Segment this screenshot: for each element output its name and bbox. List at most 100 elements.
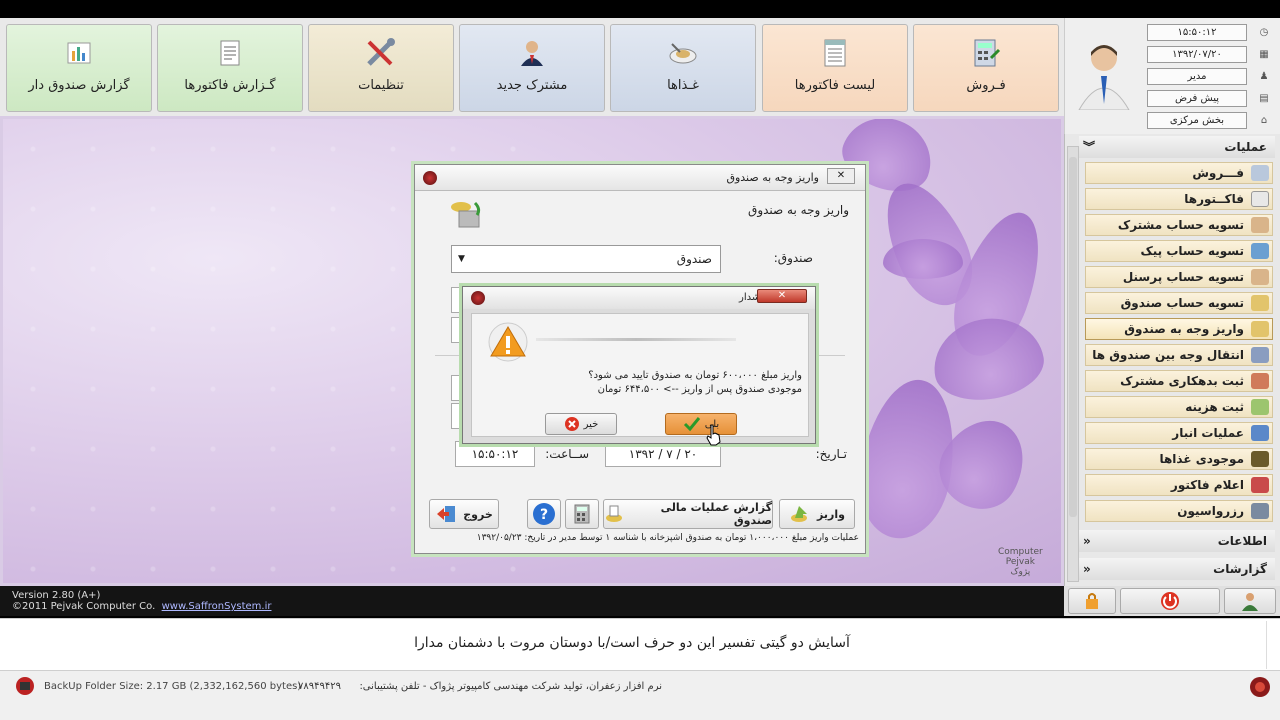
sidebar-item-credit-settlement[interactable]: تسویه حساب مشترک اعتباری <box>1085 214 1273 252</box>
sidebar-item-label: ثبت هزینه <box>1185 400 1244 414</box>
backup-size-text: BackUp Folder Size: 2.17 GB (2,332,162,5… <box>44 681 302 692</box>
close-button[interactable]: ✕ <box>757 289 807 303</box>
no-button[interactable]: خیر <box>545 413 617 435</box>
flower-petal <box>883 239 963 279</box>
section-title: گزارشات <box>1213 562 1267 576</box>
button-label: واریز <box>817 507 845 521</box>
toolbar-button-invoice-report[interactable]: گـزارش فاکتورها <box>157 24 303 112</box>
calendar-icon: ▦ <box>1259 49 1269 60</box>
footer-bar: BackUp Folder Size: 2.17 GB (2,332,162,5… <box>0 670 1280 720</box>
yes-button[interactable]: بلی <box>665 413 737 435</box>
sidebar-item-sales[interactable]: فـــروش <box>1085 162 1273 184</box>
time-label: ســاعت: <box>545 447 589 461</box>
cash-register-icon <box>445 199 485 231</box>
quote-panel: آسایش دو گیتی تفسیر این دو حرف است/با دو… <box>0 618 1280 670</box>
sidebar-item-fund-deposit[interactable]: واریز وجه به صندوق <box>1085 318 1273 340</box>
date-field: ۱۳۹۲/۰۷/۲۰ <box>1147 46 1247 63</box>
toolbar-button-foods[interactable]: غـذاها <box>610 24 756 112</box>
toolbar-button-label: غـذاها <box>667 78 699 93</box>
switch-user-icon <box>1242 593 1258 611</box>
sidebar-item-announce-invoice[interactable]: اعلام فاکتور <box>1085 474 1273 496</box>
toolbar-button-label: فـروش <box>966 78 1006 93</box>
logo-text: Pejvak <box>1005 557 1035 567</box>
scroll-thumb[interactable] <box>1069 157 1077 517</box>
sidebar-item-staff-settlement[interactable]: تسویه حساب پرسنل <box>1085 266 1273 288</box>
branch-field: بخش مرکزی <box>1147 112 1247 129</box>
last-operation-info: عملیات واریز مبلغ ۱،۰۰۰،۰۰۰ تومان به صند… <box>476 533 859 543</box>
toolbar-button-settings[interactable]: تنظیمات <box>308 24 454 112</box>
courier-icon <box>1251 243 1269 259</box>
progress-indicator <box>536 338 736 341</box>
section-operations-header[interactable]: عملیات ︾ <box>1079 136 1275 158</box>
date-label: تـاریخ: <box>815 447 847 461</box>
toolbar-button-label: لیست فاکتورها <box>794 78 876 93</box>
user-info-panel: ۱۵:۵۰:۱۲ ◷ ۱۳۹۲/۰۷/۲۰ ▦ مدیر ♟ پیش فرض ▤… <box>1064 18 1280 134</box>
operations-sidebar: عملیات ︾ فـــروش فاکــتورها تسویه حساب مش… <box>1064 134 1280 586</box>
help-button[interactable]: ? <box>527 499 561 529</box>
switch-user-button[interactable] <box>1224 588 1276 614</box>
dialog-titlebar[interactable]: هشدار ✕ <box>463 287 815 309</box>
toolbar-button-sales[interactable]: فـروش <box>913 24 1059 112</box>
time-field[interactable]: ۱۵:۵۰:۱۲ <box>455 441 535 467</box>
food-icon <box>666 38 700 68</box>
dialog-heading: واریز وجه به صندوق <box>748 203 849 217</box>
toolbar-button-label: گزارش صندوق دار <box>28 78 130 93</box>
deposit-button[interactable]: واریز <box>779 499 855 529</box>
toolbar-button-label: مشترک جدید <box>496 78 568 93</box>
sidebar-item-food-stock[interactable]: موجودی غذاها <box>1085 448 1273 470</box>
sidebar-item-label: تسویه حساب پیک <box>1140 244 1245 258</box>
date-field[interactable]: ۱۳۹۲ / ۷ / ۲۰ <box>605 441 721 467</box>
sidebar-item-fund-transfer[interactable]: انتقال وجه بین صندوق ها <box>1085 344 1273 366</box>
exit-button[interactable]: خروج <box>429 499 499 529</box>
calculator-button[interactable] <box>565 499 599 529</box>
app-menu-icon[interactable] <box>471 291 485 305</box>
sidebar-item-courier-settlement[interactable]: تسویه حساب پیک <box>1085 240 1273 262</box>
new-customer-icon <box>515 38 549 68</box>
cancel-x-icon <box>564 417 579 431</box>
sidebar-item-warehouse[interactable]: عملیات انبار <box>1085 422 1273 444</box>
sales-calculator-icon <box>969 38 1003 68</box>
backup-icon <box>16 677 34 695</box>
avatar <box>1077 40 1131 111</box>
clock-field: ۱۵:۵۰:۱۲ <box>1147 24 1247 41</box>
website-link[interactable]: www.SaffronSystem.ir <box>162 601 272 612</box>
quote-scrollbar[interactable] <box>1266 621 1278 669</box>
sidebar-item-label: تسویه حساب صندوق <box>1120 296 1244 310</box>
toolbar-button-new-customer[interactable]: مشترک جدید <box>459 24 605 112</box>
dialog-titlebar[interactable]: واریز وجه به صندوق ✕ <box>415 165 865 191</box>
sidebar-item-label: فاکــتورها <box>1184 192 1244 206</box>
sidebar-scrollbar[interactable] <box>1067 146 1079 582</box>
dialog-body: واریز مبلغ ۶۰۰،۰۰۰ تومان به صندوق تایید … <box>471 313 809 437</box>
checkmark-icon <box>683 417 700 432</box>
section-reports-header[interactable]: گزارشات « <box>1079 558 1275 580</box>
close-button[interactable]: ✕ <box>827 168 855 184</box>
sidebar-item-fund-settlement[interactable]: تسویه حساب صندوق <box>1085 292 1273 314</box>
support-phone: ۷۸۹۴۹۴۲۹ <box>298 681 341 692</box>
calculator-icon <box>574 504 590 524</box>
fund-report-button[interactable]: گزارش عملیات مالی صندوق <box>603 499 773 529</box>
quote-text: آسایش دو گیتی تفسیر این دو حرف است/با دو… <box>414 635 850 651</box>
power-button[interactable] <box>1120 588 1220 614</box>
power-icon <box>1161 592 1179 610</box>
app-menu-icon[interactable] <box>423 171 437 185</box>
fund-select[interactable]: صندوق ▼ <box>451 245 721 273</box>
session-buttons <box>1064 586 1280 616</box>
invoice-report-icon <box>213 38 247 68</box>
toolbar-button-label: گـزارش فاکتورها <box>184 78 276 93</box>
sidebar-item-customer-debt[interactable]: ثبت بدهکاری مشترک <box>1085 370 1273 392</box>
toolbar-button-cashier-report[interactable]: گزارش صندوق دار <box>6 24 152 112</box>
sidebar-item-expense[interactable]: ثبت هزینه <box>1085 396 1273 418</box>
sidebar-item-reservation[interactable]: رزرواسیون <box>1085 500 1273 522</box>
sidebar-item-label: اعلام فاکتور <box>1170 478 1244 492</box>
lock-button[interactable] <box>1068 588 1116 614</box>
invoice-list-icon <box>818 38 852 68</box>
toolbar-button-label: تنظیمات <box>358 78 404 93</box>
section-info-header[interactable]: اطلاعات « <box>1079 530 1275 552</box>
stock-icon <box>1251 451 1269 467</box>
truck-icon <box>1251 425 1269 441</box>
svg-text:?: ? <box>540 507 548 523</box>
toolbar-button-invoice-list[interactable]: لیست فاکتورها <box>762 24 908 112</box>
sidebar-item-invoices[interactable]: فاکــتورها <box>1085 188 1273 210</box>
button-label: خیر <box>583 418 599 430</box>
balance-message: موجودی صندوق پس از واریز --> ۶۴۴،۵۰۰ توم… <box>597 384 802 395</box>
